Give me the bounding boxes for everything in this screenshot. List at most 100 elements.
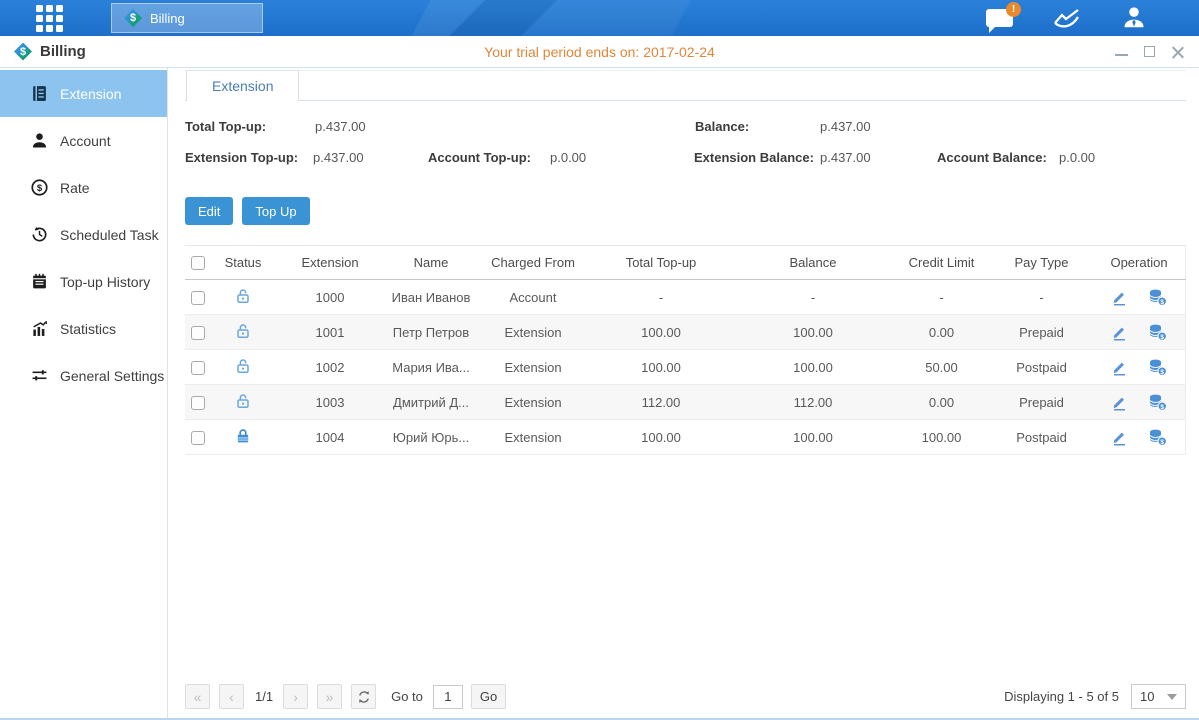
edit-row-icon[interactable]	[1111, 289, 1128, 306]
extension-cell: 1001	[275, 315, 385, 350]
unlocked-icon	[235, 358, 251, 374]
sidebar-item-scheduled-task[interactable]: Scheduled Task	[0, 211, 167, 258]
name-cell: Петр Петров	[385, 315, 477, 350]
topup-row-icon[interactable]: $	[1148, 359, 1167, 376]
lock-status-icon[interactable]	[235, 323, 251, 339]
pay-type-cell: Postpaid	[990, 350, 1093, 385]
table-row: 1004 Юрий Юрь... Extension 100.00 100.00…	[185, 420, 1186, 455]
sidebar-item-statistics[interactable]: Statistics	[0, 305, 167, 352]
topup-row-icon[interactable]: $	[1148, 394, 1167, 411]
edit-row-icon[interactable]	[1111, 429, 1128, 446]
maximize-icon[interactable]	[1144, 46, 1155, 57]
coins-dollar-icon: $	[1148, 324, 1167, 341]
svg-text:$: $	[1160, 299, 1164, 306]
close-icon[interactable]	[1171, 46, 1185, 58]
column-header-total-topup: Total Top-up	[589, 246, 733, 280]
edit-row-icon[interactable]	[1111, 324, 1128, 341]
extension-topup-value: p.437.00	[313, 150, 364, 165]
topup-row-icon[interactable]: $	[1148, 289, 1167, 306]
svg-text:$: $	[1160, 439, 1164, 446]
coins-dollar-icon: $	[1148, 359, 1167, 376]
taskbar-tab-label: Billing	[150, 11, 185, 26]
lock-status-icon[interactable]	[235, 358, 251, 374]
row-checkbox[interactable]	[191, 396, 205, 410]
column-header-extension: Extension	[275, 246, 385, 280]
lock-status-icon[interactable]	[235, 393, 251, 409]
next-page-button[interactable]: ›	[283, 684, 308, 709]
sidebar-item-extension[interactable]: Extension	[0, 70, 167, 117]
total-topup-cell: 112.00	[589, 385, 733, 420]
sidebar-item-account[interactable]: Account	[0, 117, 167, 164]
edit-row-icon[interactable]	[1111, 394, 1128, 411]
sidebar-item-rate[interactable]: $ Rate	[0, 164, 167, 211]
pencil-icon	[1111, 394, 1128, 411]
goto-page-input[interactable]	[433, 685, 463, 709]
column-header-pay-type: Pay Type	[990, 246, 1093, 280]
extension-balance-label: Extension Balance:	[694, 150, 814, 165]
first-page-button[interactable]: «	[185, 684, 210, 709]
chat-icon[interactable]: !	[986, 9, 1013, 27]
charged-from-cell: Extension	[477, 350, 589, 385]
sliders-icon	[31, 367, 48, 384]
lock-status-icon[interactable]	[235, 288, 251, 304]
balance-cell: 112.00	[733, 385, 893, 420]
table-row: 1000 Иван Иванов Account - - - -	[185, 280, 1186, 315]
clock-history-icon	[31, 226, 48, 243]
app-grid-icon[interactable]	[36, 5, 63, 32]
dollar-circle-icon: $	[31, 179, 48, 196]
row-checkbox[interactable]	[191, 326, 205, 340]
extension-topup-label: Extension Top-up:	[185, 150, 298, 165]
balance-cell: 100.00	[733, 350, 893, 385]
topup-row-icon[interactable]: $	[1148, 429, 1167, 446]
edit-button[interactable]: Edit	[185, 197, 233, 225]
minimize-icon[interactable]	[1115, 47, 1128, 56]
extension-cell: 1003	[275, 385, 385, 420]
sidebar-item-label: Rate	[60, 180, 90, 196]
refresh-button[interactable]	[351, 684, 376, 709]
svg-text:$: $	[37, 183, 43, 194]
sidebar-item-label: Account	[60, 133, 111, 149]
window-titlebar: $ Billing Your trial period ends on: 201…	[0, 36, 1199, 68]
topup-row-icon[interactable]: $	[1148, 324, 1167, 341]
chevron-down-icon	[1167, 694, 1177, 700]
column-header-name: Name	[385, 246, 477, 280]
page-indicator: 1/1	[255, 689, 273, 704]
name-cell: Юрий Юрь...	[385, 420, 477, 455]
row-checkbox[interactable]	[191, 361, 205, 375]
total-topup-value: p.437.00	[315, 119, 366, 134]
taskbar-tab-billing[interactable]: $ Billing	[111, 3, 263, 33]
user-icon[interactable]	[1121, 5, 1147, 31]
trial-period-notice: Your trial period ends on: 2017-02-24	[0, 44, 1199, 60]
prev-page-button[interactable]: ‹	[219, 684, 244, 709]
last-page-button[interactable]: »	[317, 684, 342, 709]
credit-limit-cell: 0.00	[893, 385, 990, 420]
credit-limit-cell: 50.00	[893, 350, 990, 385]
extension-cell: 1004	[275, 420, 385, 455]
total-topup-label: Total Top-up:	[185, 119, 266, 134]
charged-from-cell: Extension	[477, 315, 589, 350]
statistics-chart-icon[interactable]	[1053, 7, 1081, 29]
edit-row-icon[interactable]	[1111, 359, 1128, 376]
page-size-select[interactable]: 10	[1131, 684, 1186, 709]
total-topup-cell: 100.00	[589, 350, 733, 385]
name-cell: Иван Иванов	[385, 280, 477, 315]
row-checkbox[interactable]	[191, 291, 205, 305]
tab-extension[interactable]: Extension	[186, 70, 299, 101]
locked-icon	[235, 428, 251, 444]
go-button[interactable]: Go	[471, 684, 506, 709]
goto-label: Go to	[391, 689, 423, 704]
extension-balance-value: p.437.00	[820, 150, 871, 165]
row-checkbox[interactable]	[191, 431, 205, 445]
coins-dollar-icon: $	[1148, 289, 1167, 306]
total-topup-cell: -	[589, 280, 733, 315]
lock-status-icon[interactable]	[235, 428, 251, 444]
pagination-bar: « ‹ 1/1 › » Go to Go Displaying	[185, 684, 1186, 709]
sidebar-item-general-settings[interactable]: General Settings	[0, 352, 167, 399]
account-balance-value: p.0.00	[1059, 150, 1095, 165]
sidebar-item-label: General Settings	[60, 368, 164, 384]
sidebar-item-topup-history[interactable]: Top-up History	[0, 258, 167, 305]
select-all-checkbox[interactable]	[191, 256, 205, 270]
extension-cell: 1002	[275, 350, 385, 385]
pencil-icon	[1111, 289, 1128, 306]
topup-button[interactable]: Top Up	[242, 197, 309, 225]
